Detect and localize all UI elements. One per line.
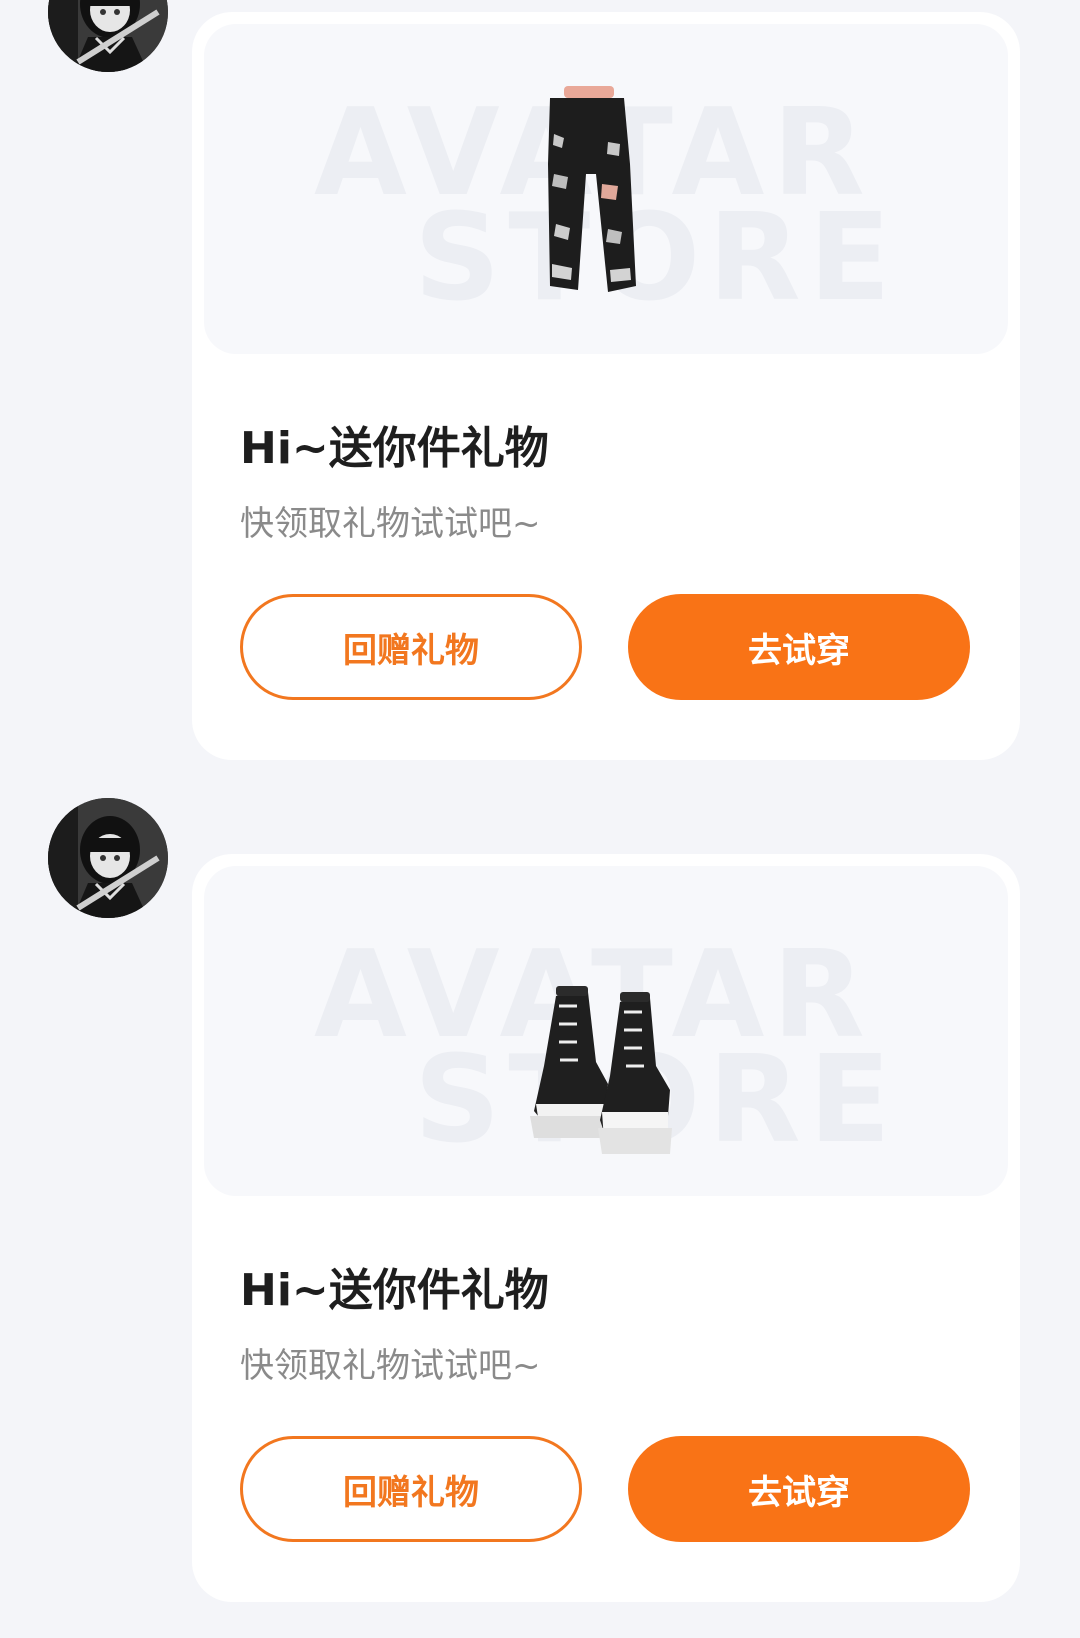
gift-preview[interactable]: AVATAR STORE bbox=[204, 24, 1008, 354]
return-gift-button[interactable]: 回赠礼物 bbox=[240, 1436, 582, 1542]
try-on-button[interactable]: 去试穿 bbox=[628, 1436, 970, 1542]
return-gift-button[interactable]: 回赠礼物 bbox=[240, 594, 582, 700]
gift-subtitle: 快领取礼物试试吧~ bbox=[240, 504, 541, 544]
gift-preview[interactable]: AVATAR STORE bbox=[204, 866, 1008, 1196]
sender-avatar[interactable] bbox=[48, 0, 168, 72]
avatar-portrait-icon bbox=[48, 0, 168, 72]
gift-title: Hi~送你件礼物 bbox=[240, 1265, 549, 1316]
avatar-portrait-icon bbox=[48, 798, 168, 918]
sender-avatar[interactable] bbox=[48, 798, 168, 918]
gift-title: Hi~送你件礼物 bbox=[240, 423, 549, 474]
try-on-button[interactable]: 去试穿 bbox=[628, 594, 970, 700]
high-top-sneakers-icon bbox=[204, 866, 1008, 1196]
gift-subtitle: 快领取礼物试试吧~ bbox=[240, 1346, 541, 1386]
gift-card[interactable]: AVATAR STORE Hi~送你件礼物 快领取礼物试试吧~ 回赠礼物 去试穿 bbox=[192, 854, 1020, 1602]
gift-card[interactable]: AVATAR STORE Hi~送你件礼物 快领取礼物试试吧~ 回赠礼物 去试穿 bbox=[192, 12, 1020, 760]
ripped-jeans-icon bbox=[204, 24, 1008, 354]
